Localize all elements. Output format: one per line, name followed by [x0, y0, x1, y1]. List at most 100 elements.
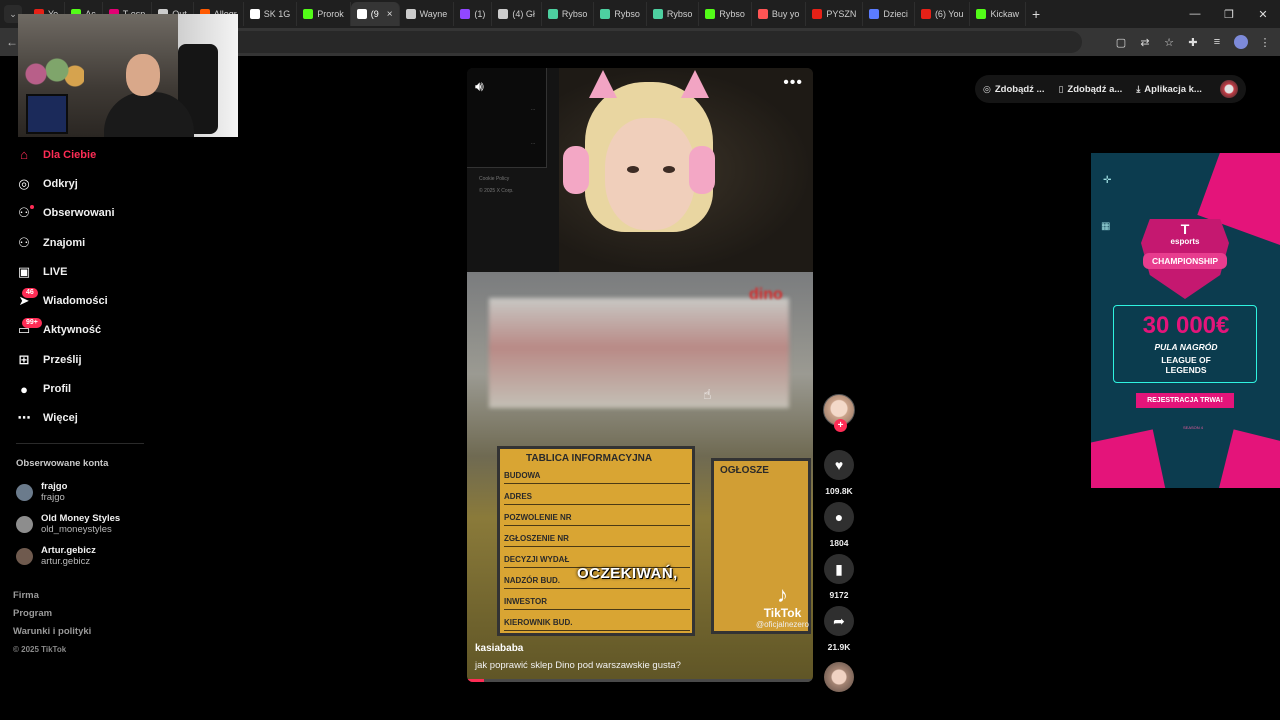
- browser-tab[interactable]: (9 ×: [350, 2, 400, 26]
- tab-label: Kickaw: [990, 9, 1019, 19]
- ad-game-logo: LEAGUE OF LEGENDS: [1114, 355, 1258, 375]
- followed-account[interactable]: Old Money Styles old_moneystyles: [0, 509, 200, 541]
- new-tab-button[interactable]: +: [1032, 6, 1040, 22]
- share-button[interactable]: ➦: [824, 606, 854, 636]
- esports-ad-banner[interactable]: ✛ ▦ T esports CHAMPIONSHIP 30 000€ PULA …: [1091, 153, 1280, 488]
- top-pill-button[interactable]: ▯ Zdobądź a...: [1058, 84, 1122, 95]
- headphone-right: [689, 146, 715, 194]
- save-button[interactable]: ▮: [824, 554, 854, 584]
- screen-cast-icon[interactable]: ▢: [1114, 35, 1128, 49]
- top-pill-button[interactable]: ◎ Zdobądź ...: [983, 84, 1044, 95]
- restore-button[interactable]: ❐: [1212, 8, 1246, 21]
- home-icon: ⌂: [20, 147, 28, 163]
- ad-prize-label: PULA NAGRÓD: [1154, 342, 1218, 352]
- comment-count: 1804: [829, 538, 849, 548]
- browser-tab[interactable]: Rybso: [594, 2, 647, 26]
- new-content-dot: [30, 204, 34, 209]
- browser-tab[interactable]: Kickaw: [970, 2, 1026, 26]
- video-progress-bar[interactable]: [467, 679, 813, 682]
- sidebar-item-profil[interactable]: ● Profil: [0, 374, 200, 403]
- sidebar-item-dla-ciebie[interactable]: ⌂ Dla Ciebie: [0, 140, 200, 169]
- video-actions: + ♥ 109.8K ● 1804 ▮ 9172 ➦ 21.9K: [822, 394, 856, 692]
- ad-game-line1: LEAGUE OF: [1161, 355, 1211, 365]
- browser-tab[interactable]: PYSZN: [806, 2, 864, 26]
- user-avatar[interactable]: [1219, 80, 1238, 98]
- creator-avatar[interactable]: +: [823, 394, 855, 432]
- tab-favicon-icon: [976, 9, 987, 19]
- browser-tab[interactable]: Wayne: [400, 2, 455, 26]
- back-arrow-icon[interactable]: ←: [6, 35, 18, 49]
- sidebar-item-aktywność[interactable]: ▭ Aktywność 99+: [0, 316, 200, 345]
- tab-label: Rybso: [719, 9, 745, 19]
- video-more-icon[interactable]: •••: [783, 74, 803, 92]
- video-progress-fill: [467, 679, 485, 682]
- browser-tab[interactable]: Buy yo: [752, 2, 807, 26]
- account-names: Artur.gebicz artur.gebicz: [41, 545, 96, 568]
- bookmark-star-icon[interactable]: ☆: [1162, 35, 1176, 49]
- ad-brand-sub: esports: [1170, 237, 1200, 246]
- close-window-button[interactable]: ✕: [1246, 8, 1280, 21]
- webcam-overlay: [18, 14, 238, 137]
- followed-account[interactable]: frajgo frajgo: [0, 477, 200, 509]
- browser-tab[interactable]: (1): [454, 2, 493, 26]
- browser-tab[interactable]: Prorok: [297, 2, 351, 26]
- tab-favicon-icon: [303, 9, 314, 19]
- headphone-cat-ear-right: [681, 70, 709, 98]
- video-player[interactable]: ... ... Cookie Policy © 2025 X Corp. din…: [467, 68, 813, 682]
- video-author[interactable]: kasiababa: [475, 643, 523, 654]
- comment-button[interactable]: ●: [824, 502, 854, 532]
- followed-account[interactable]: Artur.gebicz artur.gebicz: [0, 541, 200, 573]
- footer-link-terms[interactable]: Warunki i polityki: [13, 626, 91, 644]
- tab-label: PYSZN: [826, 9, 857, 19]
- footer-link-program[interactable]: Program: [13, 608, 91, 626]
- account-names: Old Money Styles old_moneystyles: [41, 513, 120, 536]
- music-disc-icon[interactable]: [824, 662, 854, 692]
- mouse-cursor-icon: ☝︎: [703, 386, 712, 402]
- upload-icon: ⊞: [18, 351, 30, 367]
- browser-tab[interactable]: Dzieci: [863, 2, 915, 26]
- board-row-label: ZGŁOSZENIE NR: [504, 534, 569, 543]
- top-pill-button[interactable]: ⤓ Aplikacja k...: [1136, 84, 1202, 95]
- sidebar-item-live[interactable]: ▣ LIVE: [0, 257, 200, 286]
- browser-tab[interactable]: Rybso: [699, 2, 752, 26]
- like-button[interactable]: ♥: [824, 450, 854, 480]
- browser-tab[interactable]: (4) Gł: [492, 2, 542, 26]
- sidebar-item-odkryj[interactable]: ◎ Odkryj: [0, 169, 200, 198]
- board-row-label: POZWOLENIE NR: [504, 513, 572, 522]
- board-row-label: NADZÓR BUD.: [504, 576, 560, 585]
- media-control-icon[interactable]: ≡: [1210, 35, 1224, 49]
- sidebar-item-obserwowani[interactable]: ⚇ Obserwowani: [0, 199, 200, 228]
- volume-icon[interactable]: 🔊︎: [475, 78, 484, 95]
- tab-favicon-icon: [547, 9, 558, 19]
- screen-dots-2: ...: [531, 140, 536, 146]
- ad-register-button[interactable]: REJESTRACJA TRWA!: [1136, 393, 1234, 408]
- heart-icon: ♥: [834, 457, 844, 473]
- share-arrow-icon: ➦: [833, 612, 845, 629]
- browser-tab[interactable]: Rybso: [542, 2, 595, 26]
- browser-profile-avatar[interactable]: [1234, 35, 1248, 49]
- extensions-icon[interactable]: ✚: [1186, 35, 1200, 49]
- ad-pink-shape-bottom-left: [1091, 429, 1168, 488]
- tab-favicon-icon: [705, 9, 716, 19]
- translate-icon[interactable]: ⇄: [1138, 35, 1152, 49]
- sidebar-item-znajomi[interactable]: ⚇ Znajomi: [0, 228, 200, 257]
- tab-close-icon[interactable]: ×: [387, 9, 393, 20]
- tab-favicon-icon: [405, 9, 416, 19]
- friends-icon: ⚇: [18, 234, 30, 250]
- footer-link-company[interactable]: Firma: [13, 590, 91, 608]
- sidebar-item-prześlij[interactable]: ⊞ Prześlij: [0, 345, 200, 374]
- follow-plus-icon[interactable]: +: [834, 419, 847, 432]
- ad-event: CHAMPIONSHIP: [1143, 253, 1227, 269]
- sidebar-item-label: Profil: [43, 383, 72, 396]
- browser-tab[interactable]: SK 1G: [244, 2, 298, 26]
- minimize-button[interactable]: —: [1178, 8, 1212, 20]
- browser-tab[interactable]: (6) You: [915, 2, 971, 26]
- sidebar-item-label: Aktywność: [43, 324, 102, 337]
- download-icon: ⤓: [1136, 83, 1141, 94]
- sidebar-item-wiadomości[interactable]: ➤ Wiadomości 46: [0, 286, 200, 315]
- sidebar-item-więcej[interactable]: ⋯ Więcej: [0, 404, 200, 433]
- browser-menu-icon[interactable]: ⋮: [1258, 35, 1272, 49]
- tab-label: (1): [474, 9, 486, 19]
- browser-tab[interactable]: Rybso: [647, 2, 700, 26]
- tab-favicon-icon: [249, 9, 260, 19]
